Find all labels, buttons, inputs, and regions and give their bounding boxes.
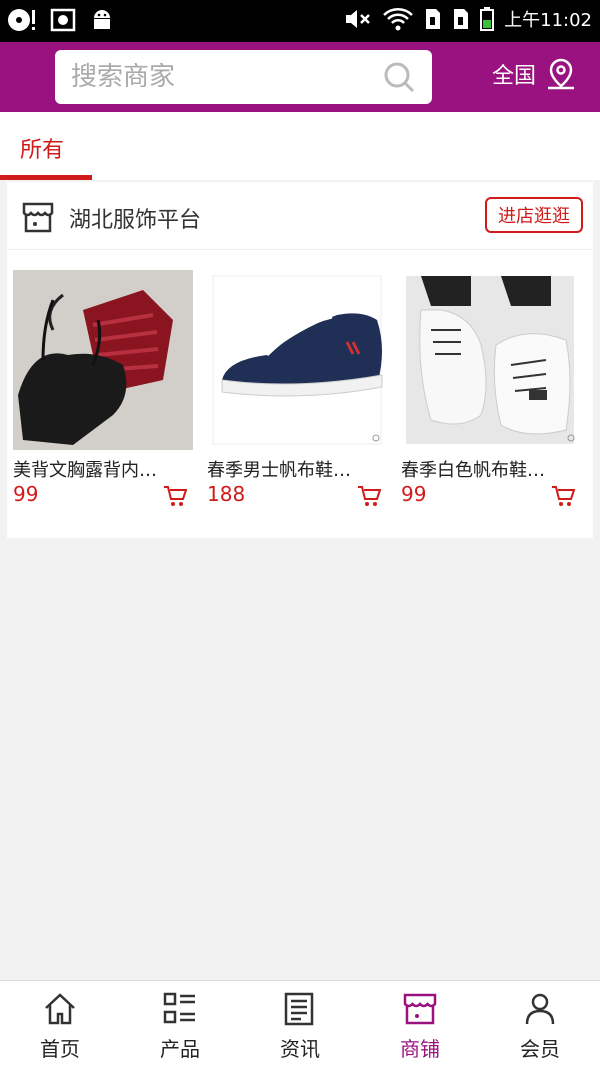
product-item[interactable]: 春季男士帆布鞋… 188 (207, 270, 390, 510)
search-input[interactable] (71, 58, 371, 96)
nav-item-member[interactable]: 会员 (480, 981, 600, 1067)
category-tabs: 所有 (0, 112, 600, 180)
product-price: 99 (13, 482, 39, 506)
product-price: 99 (401, 482, 427, 506)
store-icon (22, 202, 54, 233)
product-name: 春季白色帆布鞋… (401, 460, 545, 481)
header-bar: 全国 (0, 42, 600, 112)
product-image[interactable] (401, 270, 581, 450)
region-selector[interactable]: 全国 (492, 58, 576, 90)
visit-shop-button[interactable]: 进店逛逛 (485, 197, 583, 233)
cart-icon[interactable] (357, 485, 381, 507)
product-list: 美背文胸露背内… 99 春季男士帆布鞋… 188 春季白色帆布鞋… 99 (7, 270, 593, 510)
cart-icon[interactable] (163, 485, 187, 507)
tab-indicator (0, 175, 92, 180)
nav-label: 商铺 (400, 1037, 440, 1061)
home-icon (45, 993, 75, 1025)
tab-all[interactable]: 所有 (0, 112, 92, 180)
nav-item-home[interactable]: 首页 (0, 981, 120, 1067)
screenshot-icon (50, 8, 76, 32)
shop-name: 湖北服饰平台 (69, 208, 202, 233)
nav-item-products[interactable]: 产品 (120, 981, 240, 1067)
product-image[interactable] (207, 270, 387, 450)
nav-label: 资讯 (280, 1037, 320, 1061)
product-item[interactable]: 美背文胸露背内… 99 (13, 270, 196, 510)
news-icon (284, 992, 314, 1026)
cart-icon[interactable] (551, 485, 575, 507)
bottom-nav: 首页 产品 资讯 商铺 会员 (0, 980, 600, 1067)
mute-icon (346, 10, 371, 28)
search-icon[interactable] (382, 60, 416, 94)
search-box[interactable] (55, 50, 432, 104)
product-name: 美背文胸露背内… (13, 460, 157, 481)
shop-card: 湖北服饰平台 进店逛逛 美背文胸露背内… 99 春季男士帆布鞋… 188 春季白… (7, 182, 593, 538)
battery-icon (480, 7, 495, 31)
nav-label: 产品 (160, 1037, 200, 1061)
sim2-icon (454, 9, 469, 29)
product-name: 春季男士帆布鞋… (207, 460, 351, 481)
wifi-icon (383, 8, 413, 31)
android-icon (94, 10, 110, 29)
sim-icon (426, 9, 441, 29)
shop-header: 湖北服饰平台 进店逛逛 (7, 182, 593, 250)
product-item[interactable]: 春季白色帆布鞋… 99 (401, 270, 584, 510)
list-icon (163, 992, 195, 1024)
disc-icon (8, 9, 35, 31)
status-time: 上午11:02 (504, 10, 592, 31)
location-pin-icon (548, 58, 575, 90)
tab-label: 所有 (20, 138, 65, 163)
nav-item-news[interactable]: 资讯 (240, 981, 360, 1067)
nav-label: 首页 (40, 1037, 80, 1061)
product-price: 188 (207, 482, 246, 506)
nav-item-shops[interactable]: 商铺 (360, 981, 480, 1067)
product-image[interactable] (13, 270, 193, 450)
shop-icon (403, 993, 437, 1025)
region-label: 全国 (492, 64, 537, 89)
user-icon (525, 993, 555, 1025)
nav-label: 会员 (520, 1037, 560, 1061)
status-bar: 上午11:02 (0, 0, 600, 42)
